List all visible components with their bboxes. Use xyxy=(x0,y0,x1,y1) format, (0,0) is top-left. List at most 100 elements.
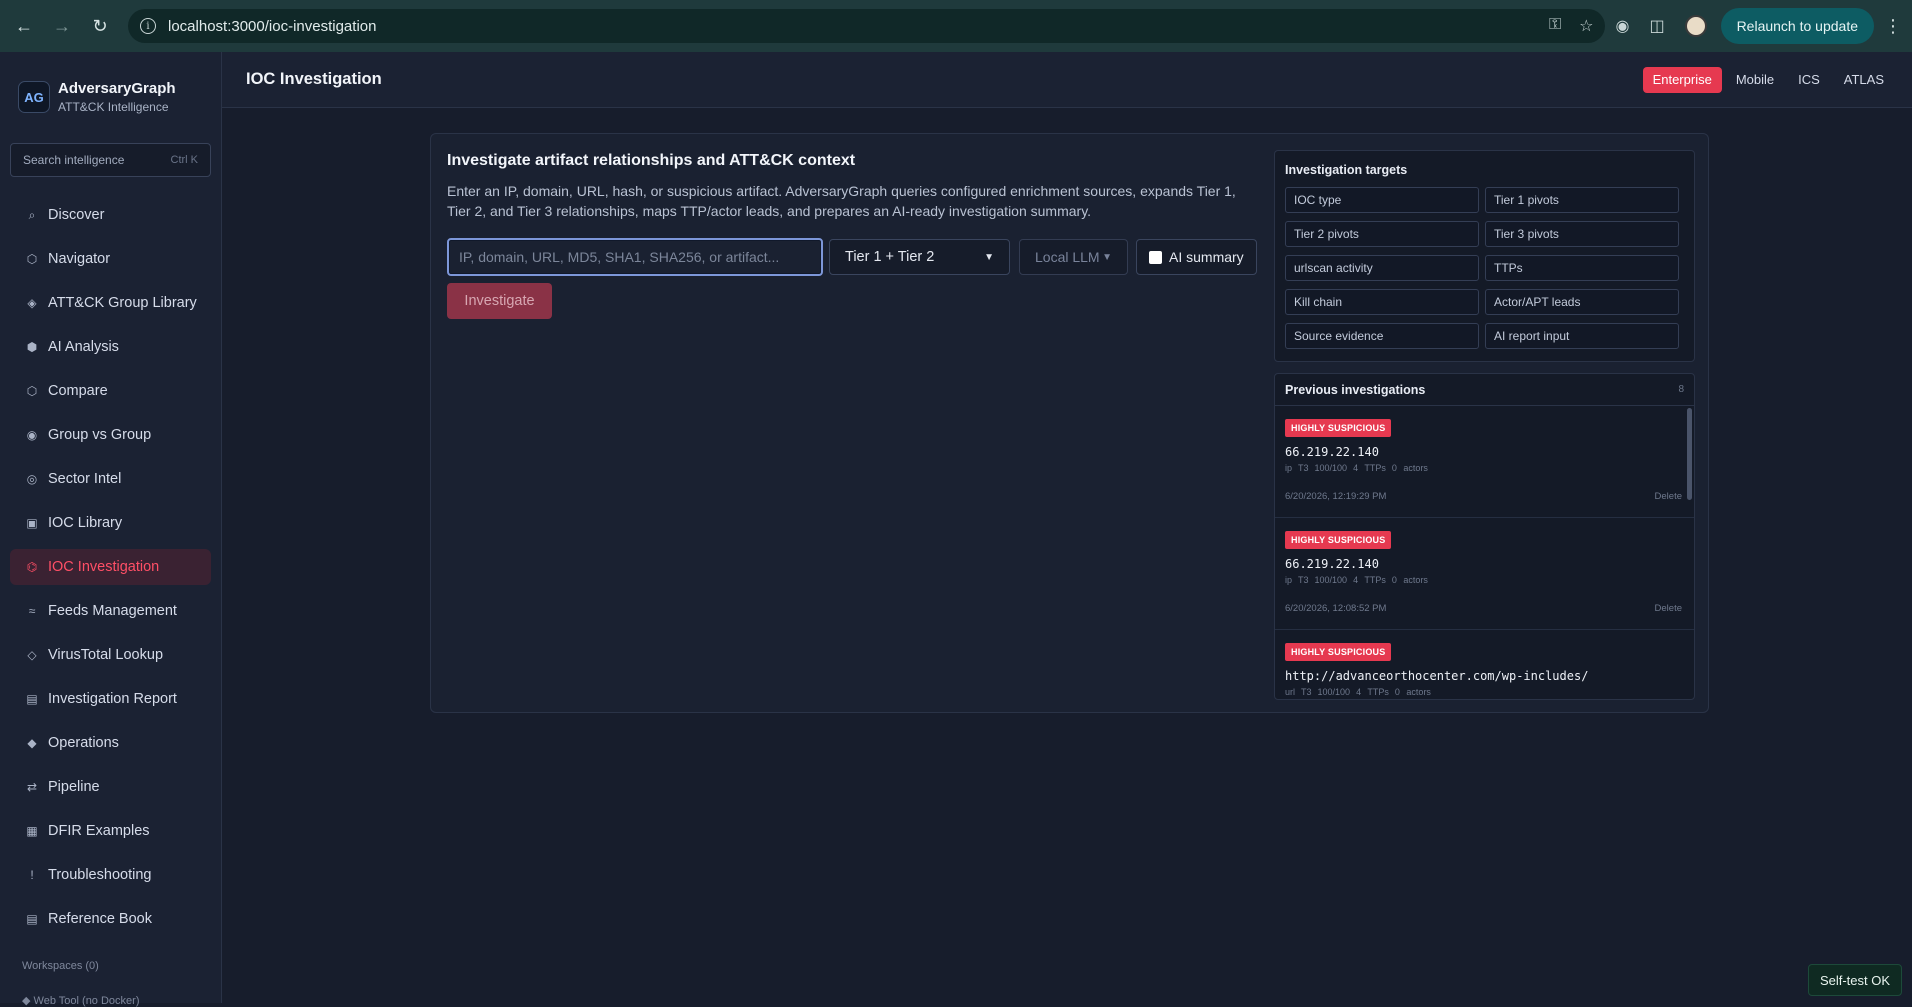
exclamation-icon: ! xyxy=(30,868,34,882)
tab-enterprise[interactable]: Enterprise xyxy=(1642,66,1722,93)
search-icon: ⌕ xyxy=(28,207,36,222)
sidebar-item-label: Operations xyxy=(48,735,119,751)
site-info-icon[interactable]: i xyxy=(140,18,156,34)
workspaces-label[interactable]: Workspaces (0) xyxy=(22,960,99,972)
diamond-icon: ◈ xyxy=(27,296,37,310)
sidebar-item-troubleshooting[interactable]: ! Troubleshooting xyxy=(10,857,211,893)
tier: T3 xyxy=(1298,463,1309,473)
target-chip: IOC type xyxy=(1285,187,1479,213)
target-chip: TTPs xyxy=(1485,255,1679,281)
sidebar-item-label: Pipeline xyxy=(48,779,100,795)
ai-summary-toggle[interactable]: AI summary xyxy=(1136,239,1257,275)
investigation-card: Investigate artifact relationships and A… xyxy=(430,133,1709,713)
card-description: Enter an IP, domain, URL, hash, or suspi… xyxy=(447,183,1236,219)
url-text[interactable]: localhost:3000/ioc-investigation xyxy=(168,18,376,35)
llm-select-value: Local LLM xyxy=(1035,249,1100,265)
target-chip: urlscan activity xyxy=(1285,255,1479,281)
sidebar-item-reference-book[interactable]: ▤ Reference Book xyxy=(10,901,211,937)
bullseye-icon: ◎ xyxy=(26,472,38,486)
back-icon[interactable]: ← xyxy=(10,12,38,40)
sidebar-item-group-library[interactable]: ◈ ATT&CK Group Library xyxy=(10,285,211,321)
tab-ics[interactable]: ICS xyxy=(1788,67,1830,93)
address-bar[interactable]: i localhost:3000/ioc-investigation ⚿ ☆ xyxy=(128,9,1606,43)
sidebar-item-navigator[interactable]: ⬡ Navigator xyxy=(10,241,211,277)
sidebar-item-investigation-report[interactable]: ▤ Investigation Report xyxy=(10,681,211,717)
sidebar-item-label: VirusTotal Lookup xyxy=(48,647,164,663)
score: 100/100 xyxy=(1314,575,1348,585)
target-chip: Actor/APT leads xyxy=(1485,289,1679,315)
book-icon: ▤ xyxy=(26,912,38,926)
bookmark-star-icon[interactable]: ☆ xyxy=(1579,16,1593,36)
self-test-status[interactable]: Self-test OK xyxy=(1808,964,1902,996)
ai-summary-checkbox[interactable] xyxy=(1149,250,1162,264)
password-key-icon[interactable]: ⚿ xyxy=(1549,16,1561,36)
sidebar-item-dfir-examples[interactable]: ▦ DFIR Examples xyxy=(10,813,211,849)
sidebar-item-label: Sector Intel xyxy=(48,471,122,487)
investigation-icon: ⌬ xyxy=(26,560,38,574)
investigate-button[interactable]: Investigate xyxy=(447,283,552,319)
sidebar-item-label: ATT&CK Group Library xyxy=(48,295,197,311)
entry-meta: ip T3 100/100 4 TTPs 0 actors xyxy=(1285,463,1684,473)
tab-atlas[interactable]: ATLAS xyxy=(1834,67,1894,93)
ioc-type: url xyxy=(1285,687,1296,697)
target-chip: Tier 3 pivots xyxy=(1485,221,1679,247)
previous-investigations-list[interactable]: HIGHLY SUSPICIOUS 66.219.22.140 ip T3 100/… xyxy=(1275,406,1694,699)
target-chip: Source evidence xyxy=(1285,323,1479,349)
ioc-input[interactable] xyxy=(447,238,823,276)
tier-select[interactable]: Tier 1 + Tier 2 ▼ xyxy=(829,239,1010,275)
browser-menu-icon[interactable]: ⋮ xyxy=(1884,16,1902,37)
sidebar-item-sector-intel[interactable]: ◎ Sector Intel xyxy=(10,461,211,497)
tier: T3 xyxy=(1301,687,1312,697)
browser-toolbar: ← → ↻ i localhost:3000/ioc-investigation… xyxy=(0,0,1912,52)
sidebar-item-label: Discover xyxy=(48,207,105,223)
timestamp: 6/20/2026, 12:08:52 PM xyxy=(1285,603,1387,614)
previous-investigations-title: Previous investigations xyxy=(1285,382,1426,397)
targets-grid: IOC type Tier 1 pivots Tier 2 pivots Tie… xyxy=(1285,187,1679,349)
target-chip: Tier 1 pivots xyxy=(1485,187,1679,213)
brand-logo: AG xyxy=(18,81,50,113)
grammarly-extension-icon[interactable]: ◉ xyxy=(1615,16,1629,36)
sidebar-item-feeds-management[interactable]: ≈ Feeds Management xyxy=(10,593,211,629)
list-item[interactable]: HIGHLY SUSPICIOUS http://advanceorthocen… xyxy=(1275,630,1694,699)
target-chip: Tier 2 pivots xyxy=(1285,221,1479,247)
ai-summary-label: AI summary xyxy=(1169,249,1244,265)
sidebar-item-ioc-library[interactable]: ▣ IOC Library xyxy=(10,505,211,541)
sidebar-item-ai-analysis[interactable]: ⬢ AI Analysis xyxy=(10,329,211,365)
relaunch-button[interactable]: Relaunch to update xyxy=(1720,8,1874,44)
delete-button[interactable]: Delete xyxy=(1655,491,1682,502)
profile-avatar[interactable] xyxy=(1684,15,1707,37)
sidebar-item-compare[interactable]: ⬡ Compare xyxy=(10,373,211,409)
sidebar-item-ioc-investigation[interactable]: ⌬ IOC Investigation xyxy=(10,549,211,585)
score: 100/100 xyxy=(1314,463,1348,473)
delete-button[interactable]: Delete xyxy=(1655,603,1682,614)
extensions-puzzle-icon[interactable]: ◫ xyxy=(1649,16,1664,36)
target-icon: ◉ xyxy=(26,428,38,442)
search-input[interactable]: Search intelligence Ctrl K xyxy=(10,143,211,177)
ttp-count: 4 TTPs xyxy=(1356,687,1389,697)
swap-arrows-icon: ⇄ xyxy=(26,780,38,794)
sidebar-item-pipeline[interactable]: ⇄ Pipeline xyxy=(10,769,211,805)
forward-icon[interactable]: → xyxy=(48,12,76,40)
chevron-down-icon: ▼ xyxy=(984,251,994,263)
targets-title: Investigation targets xyxy=(1285,163,1408,177)
search-shortcut: Ctrl K xyxy=(170,154,199,166)
brand-subtitle: ATT&CK Intelligence xyxy=(58,100,169,114)
sidebar-item-operations[interactable]: ◆ Operations xyxy=(10,725,211,761)
list-item[interactable]: HIGHLY SUSPICIOUS 66.219.22.140 ip T3 100/… xyxy=(1275,518,1694,630)
sidebar-item-label: Compare xyxy=(48,383,108,399)
sidebar-item-discover[interactable]: ⌕ Discover xyxy=(10,197,211,233)
sidebar-item-group-vs-group[interactable]: ◉ Group vs Group xyxy=(10,417,211,453)
brand[interactable]: AG AdversaryGraph ATT&CK Intelligence xyxy=(0,52,221,124)
tab-mobile[interactable]: Mobile xyxy=(1726,67,1784,93)
page-header: IOC Investigation Enterprise Mobile ICS … xyxy=(222,52,1912,108)
reload-icon[interactable]: ↻ xyxy=(86,12,114,40)
square-icon: ▣ xyxy=(26,516,38,530)
list-item[interactable]: HIGHLY SUSPICIOUS 66.219.22.140 ip T3 100/… xyxy=(1275,406,1694,518)
ioc-type: ip xyxy=(1285,463,1293,473)
sidebar-nav: ⌕ Discover ⬡ Navigator ◈ ATT&CK Group Libra… xyxy=(0,197,221,937)
sidebar-item-virustotal[interactable]: ◇ VirusTotal Lookup xyxy=(10,637,211,673)
llm-select[interactable]: Local LLM ▼ xyxy=(1019,239,1128,275)
sidebar-item-label: Reference Book xyxy=(48,911,152,927)
list-scrollbar[interactable] xyxy=(1687,408,1692,500)
ioc-value: 66.219.22.140 xyxy=(1285,557,1379,571)
